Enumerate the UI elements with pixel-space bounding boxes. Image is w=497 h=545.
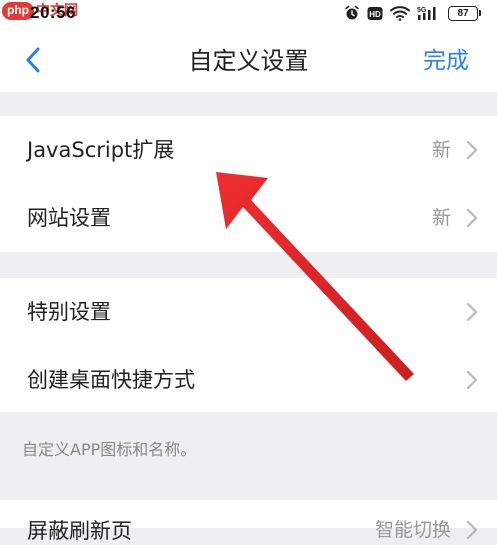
settings-row-javascript-extension[interactable]: JavaScript扩展 新 [0,116,497,184]
row-label: 特别设置 [27,300,111,324]
settings-row-desktop-shortcut[interactable]: 创建桌面快捷方式 [0,346,497,414]
row-label: 创建桌面快捷方式 [27,368,195,392]
new-badge: 新 [431,139,451,161]
row-label: 网站设置 [27,206,111,230]
chevron-right-icon [467,303,477,321]
done-button[interactable]: 完成 [423,46,469,76]
status-time: 20:56 [30,3,76,22]
settings-row-block-refresh[interactable]: 屏蔽刷新页 智能切换 [0,500,497,543]
battery-level: 87 [448,5,478,21]
row-label: 屏蔽刷新页 [27,519,132,543]
settings-row-site-settings[interactable]: 网站设置 新 [0,184,497,252]
group-footer-note: 自定义APP图标和名称。 [22,440,197,459]
chevron-right-icon [467,209,477,227]
alarm-icon [345,5,359,20]
row-value: 智能切换 [374,519,451,541]
navigation-bar: 自定义设置 完成 [0,28,497,92]
hd-icon: HD [367,6,383,20]
settings-row-special-settings[interactable]: 特别设置 [0,278,497,346]
svg-text:HD: HD [369,10,381,19]
row-label: JavaScript扩展 [27,138,175,162]
svg-text:5G: 5G [417,7,427,14]
new-badge: 新 [431,207,451,229]
wifi-icon [390,6,410,21]
chevron-right-icon [467,521,477,539]
status-bar: php 中文网 20:56 HD 5G 87 [0,0,497,28]
signal-5g-icon: 5G [417,7,436,20]
chevron-right-icon [467,371,477,389]
chevron-right-icon [467,141,477,159]
battery-icon: 87 [448,5,481,21]
settings-group-2: 特别设置 创建桌面快捷方式 [0,278,497,412]
status-icons: HD 5G 87 [344,4,481,22]
settings-group-1: JavaScript扩展 新 网站设置 新 [0,116,497,252]
settings-group-3: 屏蔽刷新页 智能切换 [0,500,497,543]
